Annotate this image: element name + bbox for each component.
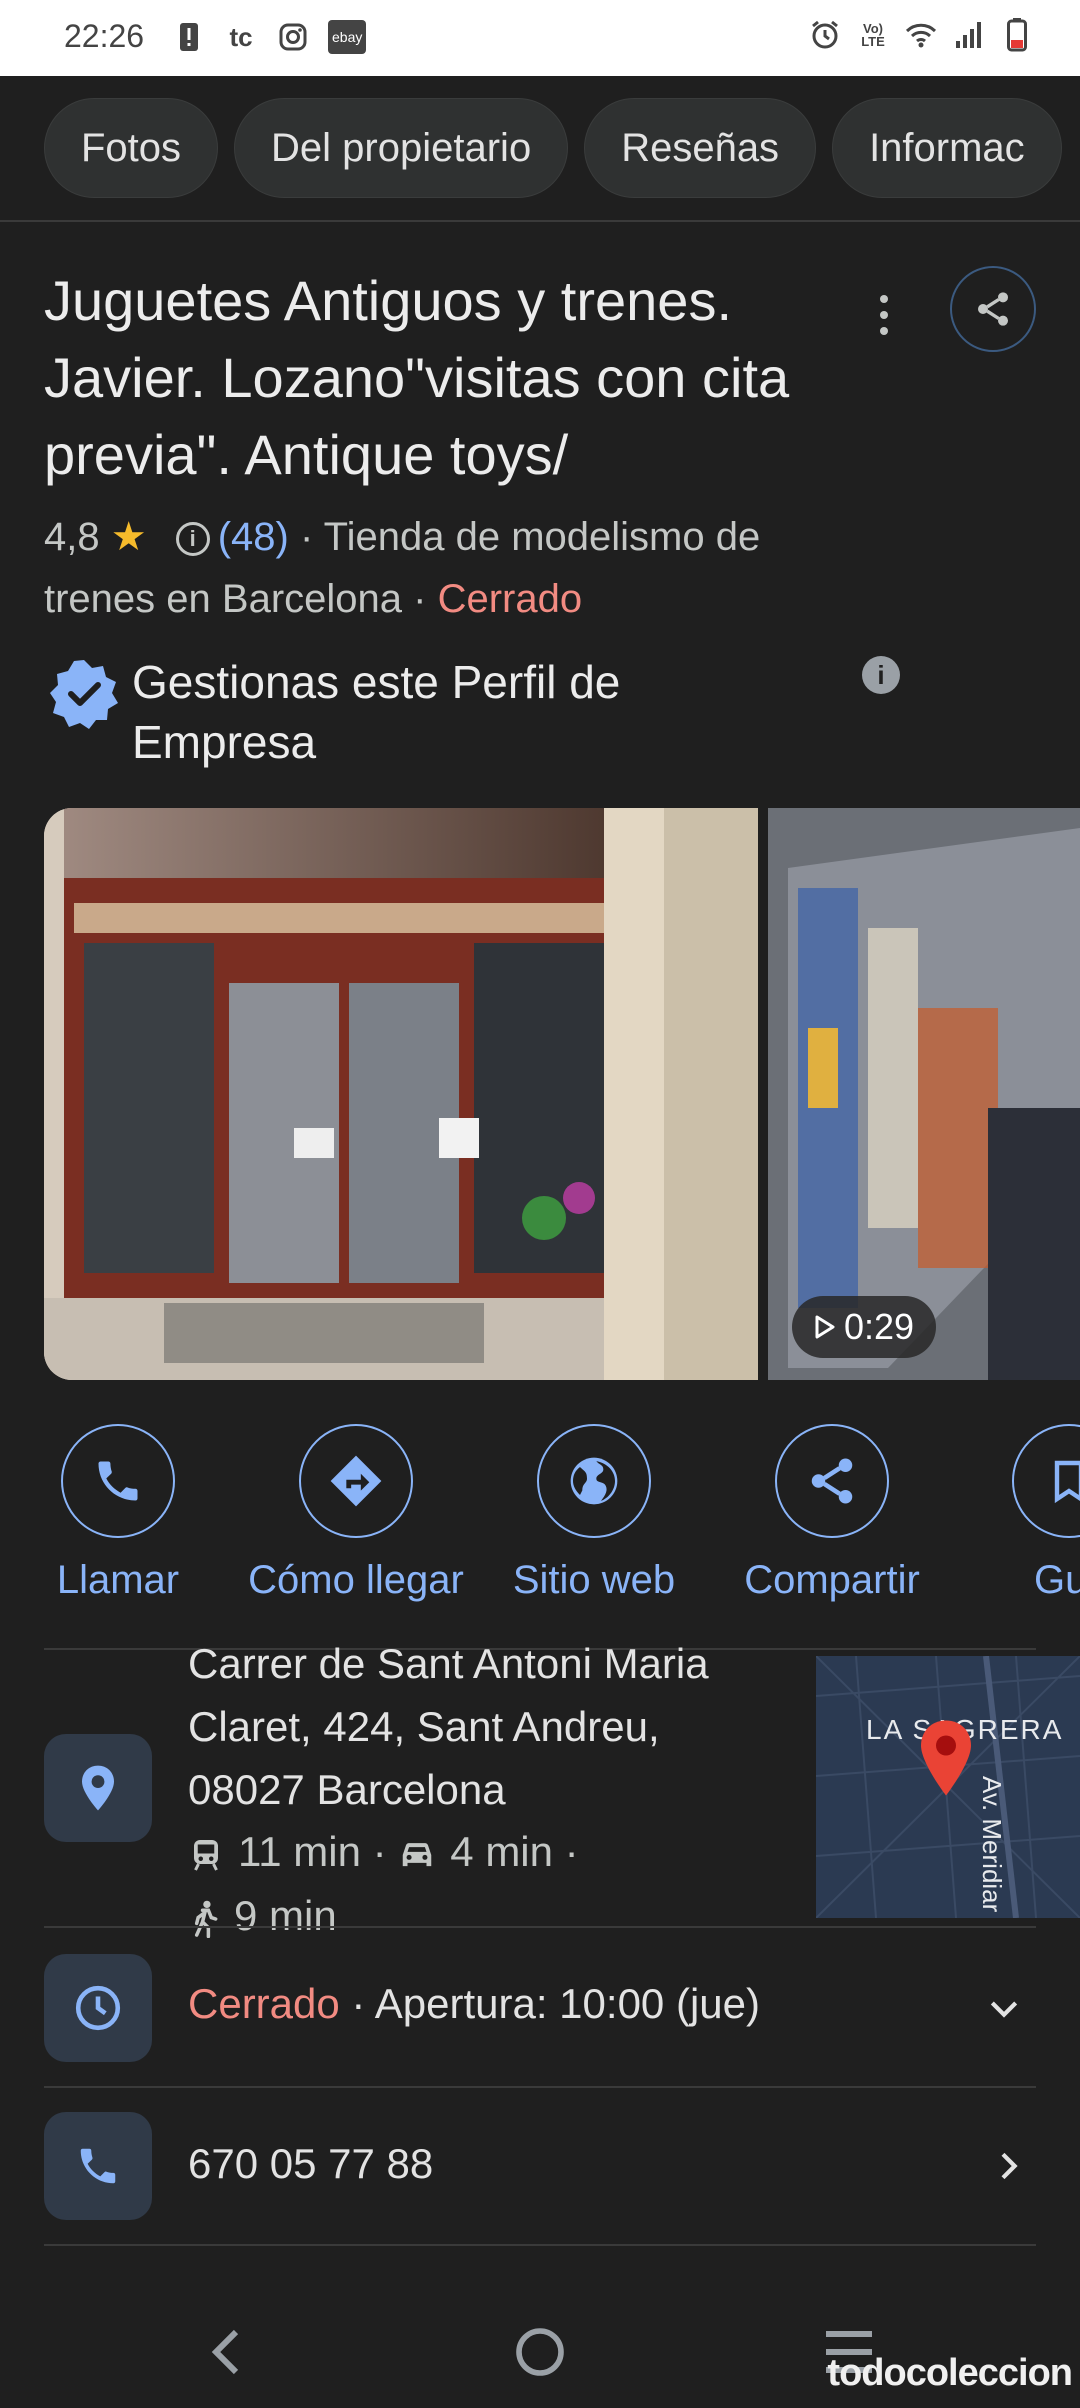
phone-number[interactable]: 670 05 77 88 <box>188 2140 433 2188</box>
chip-resenas[interactable]: Reseñas <box>584 98 817 198</box>
share-button-circle[interactable] <box>775 1424 889 1538</box>
open-status: Cerrado <box>437 577 583 621</box>
share-button[interactable] <box>950 266 1036 352</box>
separator: · <box>372 1828 387 1875</box>
rating-info-icon[interactable]: i <box>175 522 210 557</box>
clock-icon-box <box>44 1954 152 2062</box>
place-meta: 4,8 ★ i (48) · Tienda de modelismo de tre… <box>44 506 864 630</box>
wifi-icon <box>904 18 938 52</box>
alert-icon <box>172 20 206 54</box>
place-category: · Tienda de modelismo de trenes en Barce… <box>44 515 761 621</box>
website-button-circle[interactable] <box>537 1424 651 1538</box>
more-dot <box>880 295 888 303</box>
more-dot <box>880 311 888 319</box>
call-button[interactable]: Llamar <box>8 1424 228 1603</box>
phone-icon-box <box>44 2112 152 2220</box>
chevron-right-icon[interactable] <box>988 2146 1028 2186</box>
location-icon-box <box>44 1734 152 1842</box>
verified-badge-icon <box>50 660 118 729</box>
map-pin-icon <box>921 1720 971 1796</box>
location-pin-icon <box>82 1765 114 1811</box>
bookmark-icon <box>1054 1460 1080 1504</box>
directions-button-circle[interactable] <box>299 1424 413 1538</box>
tab-chips: Fotos Del propietario Reseñas Informac <box>44 98 1062 198</box>
chips-divider <box>0 220 1080 222</box>
address-text[interactable]: Carrer de Sant Antoni Maria Claret, 424,… <box>188 1632 788 1821</box>
notification-icons: tc ebay <box>172 20 367 54</box>
hours-status: Cerrado <box>188 1980 340 2027</box>
separator: · <box>564 1828 579 1875</box>
place-title: Juguetes Antiguos y trenes. Javier. Loza… <box>44 269 790 486</box>
ebay-icon: ebay <box>328 20 367 54</box>
map-preview[interactable]: LA SAGRERA Av. Meridiar <box>816 1656 1080 1918</box>
share-action-button[interactable]: Compartir <box>722 1424 942 1603</box>
alarm-icon <box>808 18 842 52</box>
owner-notice-text: Gestionas este Perfil de Empresa <box>132 656 621 768</box>
save-button-circle[interactable] <box>1012 1424 1080 1538</box>
hours-row[interactable]: Cerrado · Apertura: 10:00 (jue) <box>188 1980 760 2028</box>
home-icon[interactable] <box>514 2326 566 2378</box>
divider <box>44 2086 1036 2088</box>
save-label: Guar <box>1034 1558 1080 1602</box>
video-duration-badge: 0:29 <box>792 1296 937 1358</box>
divider <box>44 1926 1036 1928</box>
owner-notice-info-icon[interactable]: i <box>862 656 900 694</box>
signal-icon <box>952 18 986 52</box>
star-icon: ★ <box>110 515 147 559</box>
call-label: Llamar <box>56 1558 180 1602</box>
watermark: todocoleccion <box>827 2352 1073 2394</box>
share-icon <box>811 1458 853 1504</box>
chip-del-propietario[interactable]: Del propietario <box>234 98 569 198</box>
review-count[interactable]: (48) <box>218 515 289 559</box>
globe-icon <box>570 1457 618 1505</box>
back-icon[interactable] <box>206 2326 246 2378</box>
clock-icon <box>75 1985 121 2031</box>
call-button-circle[interactable] <box>61 1424 175 1538</box>
divider <box>44 2244 1036 2246</box>
storefront-photo[interactable] <box>44 808 758 1380</box>
map-street-label: Av. Meridiar <box>977 1776 1007 1913</box>
tc-icon: tc <box>229 21 253 52</box>
more-options-button[interactable] <box>864 290 904 340</box>
chip-informacion[interactable]: Informac <box>832 98 1062 198</box>
more-dot <box>880 327 888 335</box>
share-icon <box>978 292 1008 326</box>
phone-icon <box>98 1461 138 1501</box>
transit-icon <box>188 1837 224 1873</box>
walk-time: 9 min <box>234 1892 337 1939</box>
video-duration: 0:29 <box>844 1306 915 1347</box>
directions-button[interactable]: Cómo llegar <box>246 1424 466 1603</box>
play-icon <box>815 1315 835 1339</box>
transit-time: 11 min <box>238 1828 361 1875</box>
drive-time: 4 min <box>450 1828 553 1875</box>
action-buttons: Llamar Cómo llegar Sitio web Compartir G… <box>0 1424 1080 1604</box>
rating-value: 4,8 <box>44 515 100 559</box>
status-bar: 22:26 tc ebay Vo) LTE <box>0 0 1080 76</box>
system-icons: Vo) LTE <box>808 18 1034 52</box>
car-icon <box>398 1838 436 1872</box>
chevron-down-icon[interactable] <box>984 1988 1024 2028</box>
video-thumbnail[interactable]: 0:29 <box>768 808 1080 1380</box>
chip-fotos[interactable]: Fotos <box>44 98 219 198</box>
volte-icon: Vo) LTE <box>861 21 885 49</box>
walk-icon <box>188 1900 220 1938</box>
website-label: Sitio web <box>512 1558 676 1602</box>
instagram-icon <box>276 20 310 54</box>
share-label: Compartir <box>744 1558 920 1602</box>
status-time: 22:26 <box>64 18 145 54</box>
save-button[interactable]: Guar <box>960 1424 1080 1603</box>
website-button[interactable]: Sitio web <box>484 1424 704 1603</box>
directions-icon <box>330 1455 382 1507</box>
battery-icon <box>1000 18 1034 52</box>
travel-times: 11 min · 4 min · 9 min <box>188 1820 748 1948</box>
directions-label: Cómo llegar <box>248 1558 464 1602</box>
hours-detail: · Apertura: 10:00 (jue) <box>339 1980 760 2027</box>
phone-icon <box>80 2148 116 2184</box>
